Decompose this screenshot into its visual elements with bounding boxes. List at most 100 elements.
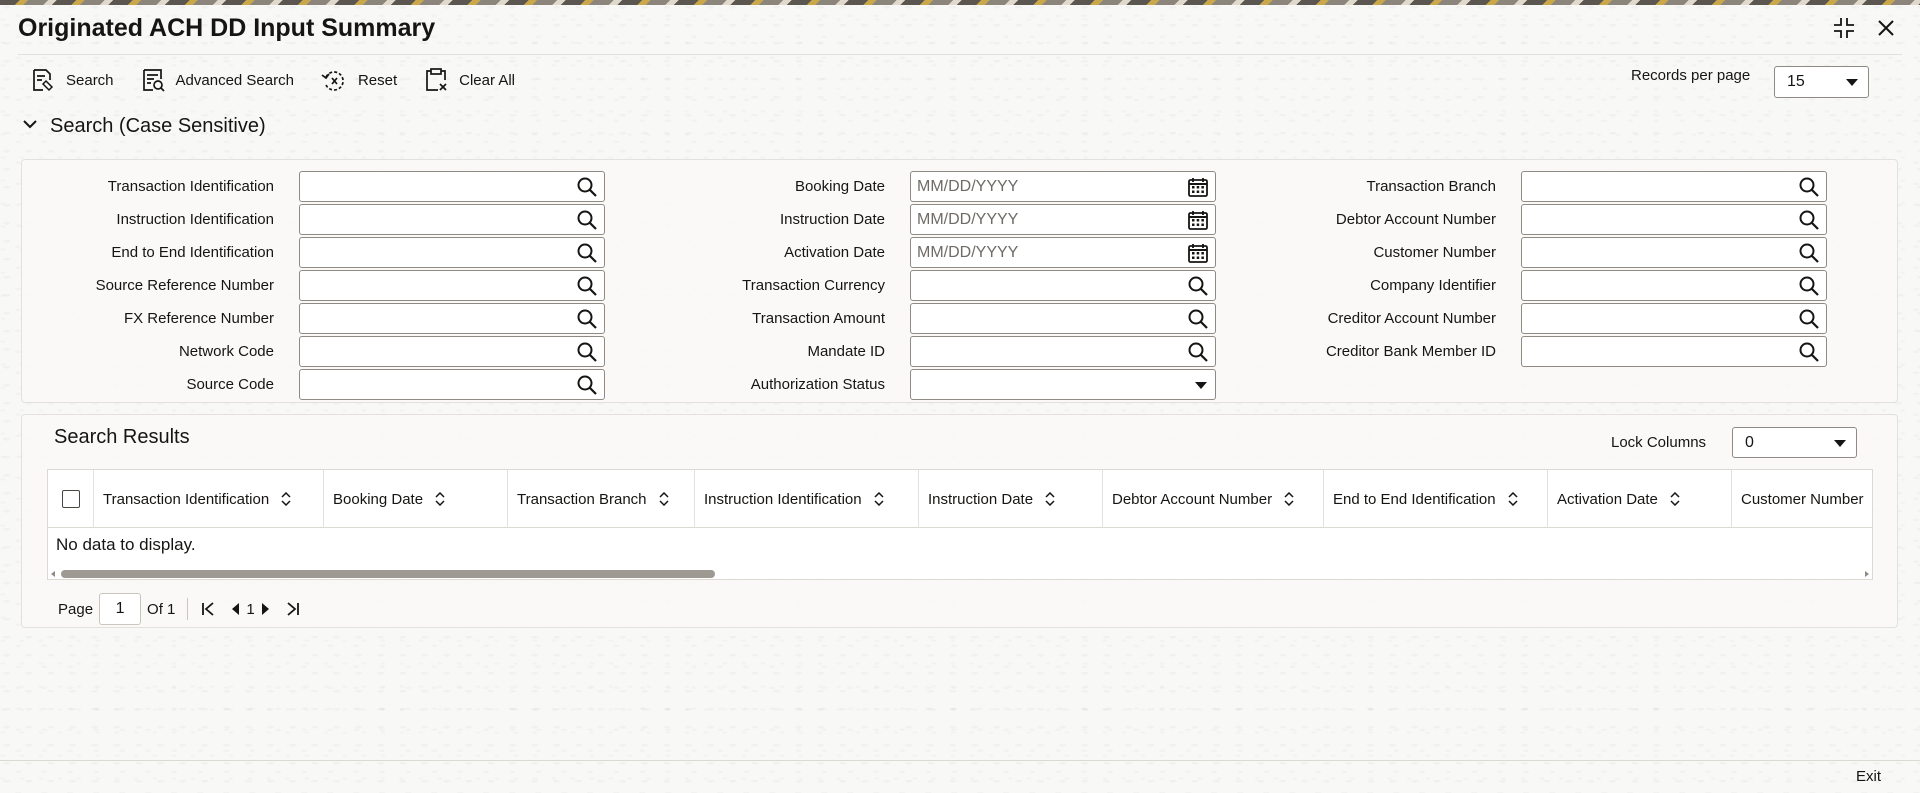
advanced-search-button-label: Advanced Search bbox=[175, 71, 294, 89]
booking-date-label: Booking Date bbox=[794, 178, 885, 195]
creditor-bank-member-id-input[interactable] bbox=[1521, 336, 1827, 367]
activation-date-placeholder: MM/DD/YYYY bbox=[917, 243, 1019, 261]
sort-icon[interactable] bbox=[1670, 491, 1680, 507]
select-all-checkbox[interactable] bbox=[61, 490, 80, 508]
chevron-down-icon bbox=[22, 115, 38, 138]
results-title: Search Results bbox=[54, 426, 190, 448]
customer-number-input[interactable] bbox=[1521, 237, 1827, 268]
next-page-icon[interactable] bbox=[261, 599, 271, 619]
search-doc-icon bbox=[30, 67, 56, 93]
sort-icon[interactable] bbox=[1045, 491, 1055, 507]
source-code-input[interactable] bbox=[299, 369, 605, 400]
search-icon[interactable] bbox=[1798, 209, 1820, 231]
lock-columns-select[interactable]: 0 bbox=[1732, 427, 1857, 458]
horizontal-scrollbar[interactable] bbox=[48, 568, 1872, 579]
scroll-left-icon[interactable] bbox=[51, 571, 55, 577]
transaction-branch-input[interactable] bbox=[1521, 171, 1827, 202]
column-header-label: Customer Number bbox=[1741, 490, 1864, 508]
toolbar: Search Advanced Search Reset Clear All bbox=[30, 66, 515, 94]
column-header-debtor-account-number[interactable]: Debtor Account Number bbox=[1103, 470, 1324, 528]
booking-date-input[interactable]: MM/DD/YYYY bbox=[910, 171, 1216, 202]
chevron-down-icon bbox=[1834, 439, 1846, 447]
page-number-input[interactable]: 1 bbox=[99, 593, 142, 625]
chevron-down-icon bbox=[1195, 382, 1207, 389]
column-header-instruction-date[interactable]: Instruction Date bbox=[919, 470, 1103, 528]
sort-icon[interactable] bbox=[281, 491, 291, 507]
pager-divider bbox=[187, 598, 189, 620]
column-header-label: Transaction Identification bbox=[103, 490, 270, 508]
sort-icon[interactable] bbox=[1284, 491, 1294, 507]
column-header-booking-date[interactable]: Booking Date bbox=[324, 470, 508, 528]
column-header-label: Activation Date bbox=[1557, 490, 1658, 508]
customer-number-label: Customer Number bbox=[1373, 244, 1496, 261]
transaction-amount-input[interactable] bbox=[910, 303, 1216, 334]
search-icon[interactable] bbox=[1798, 341, 1820, 363]
last-page-icon[interactable] bbox=[285, 599, 301, 619]
column-header-activation-date[interactable]: Activation Date bbox=[1548, 470, 1732, 528]
close-icon[interactable] bbox=[1874, 16, 1898, 40]
column-header-transaction-identification[interactable]: Transaction Identification bbox=[94, 470, 324, 528]
sort-icon[interactable] bbox=[435, 491, 445, 507]
column-header-label: Booking Date bbox=[333, 490, 424, 508]
authorization-status-select[interactable] bbox=[910, 369, 1216, 400]
scroll-thumb[interactable] bbox=[61, 570, 715, 578]
search-icon[interactable] bbox=[1798, 275, 1820, 297]
previous-page-icon[interactable] bbox=[230, 599, 240, 619]
pagination: Page 1 Of 1 1 bbox=[58, 593, 301, 625]
transaction-amount-label: Transaction Amount bbox=[752, 310, 885, 327]
search-section-title: Search (Case Sensitive) bbox=[50, 115, 266, 137]
transaction-identification-input[interactable] bbox=[299, 171, 605, 202]
exit-button[interactable]: Exit bbox=[1856, 768, 1881, 785]
column-header-end-to-end-identification[interactable]: End to End Identification bbox=[1324, 470, 1548, 528]
column-header-customer-number[interactable]: Customer Number bbox=[1732, 470, 1872, 528]
scroll-right-icon[interactable] bbox=[1865, 571, 1869, 577]
network-code-input[interactable] bbox=[299, 336, 605, 367]
records-per-page-select[interactable]: 15 bbox=[1774, 66, 1869, 98]
column-header-instruction-identification[interactable]: Instruction Identification bbox=[695, 470, 919, 528]
debtor-account-number-input[interactable] bbox=[1521, 204, 1827, 235]
clear-all-button[interactable]: Clear All bbox=[423, 66, 515, 94]
instruction-date-placeholder: MM/DD/YYYY bbox=[917, 210, 1019, 228]
search-button-label: Search bbox=[66, 71, 114, 89]
column-header-transaction-branch[interactable]: Transaction Branch bbox=[508, 470, 695, 528]
source-code-label: Source Code bbox=[186, 376, 274, 393]
instruction-date-input[interactable]: MM/DD/YYYY bbox=[910, 204, 1216, 235]
advanced-search-icon bbox=[140, 67, 166, 93]
page-number-value: 1 bbox=[115, 600, 125, 617]
current-page-indicator: 1 bbox=[246, 600, 255, 618]
company-identifier-input[interactable] bbox=[1521, 270, 1827, 301]
fx-reference-number-label: FX Reference Number bbox=[123, 310, 274, 327]
search-icon[interactable] bbox=[1798, 242, 1820, 264]
transaction-identification-label: Transaction Identification bbox=[107, 178, 274, 195]
booking-date-placeholder: MM/DD/YYYY bbox=[917, 177, 1019, 195]
sort-icon[interactable] bbox=[874, 491, 884, 507]
column-header-label: Instruction Identification bbox=[704, 490, 862, 508]
page-label: Page bbox=[58, 600, 94, 618]
activation-date-input[interactable]: MM/DD/YYYY bbox=[910, 237, 1216, 268]
advanced-search-button[interactable]: Advanced Search bbox=[140, 66, 294, 94]
sort-icon[interactable] bbox=[658, 491, 669, 507]
source-reference-number-label: Source Reference Number bbox=[95, 277, 274, 294]
company-identifier-label: Company Identifier bbox=[1370, 277, 1496, 294]
lock-columns-value: 0 bbox=[1745, 433, 1754, 451]
debtor-account-number-label: Debtor Account Number bbox=[1335, 211, 1496, 228]
sort-icon[interactable] bbox=[1508, 491, 1518, 507]
source-reference-number-input[interactable] bbox=[299, 270, 605, 301]
lock-columns-label: Lock Columns bbox=[1611, 434, 1707, 451]
search-icon[interactable] bbox=[1798, 176, 1820, 198]
transaction-currency-input[interactable] bbox=[910, 270, 1216, 301]
search-section-toggle[interactable]: Search (Case Sensitive) bbox=[22, 115, 266, 138]
reset-button[interactable]: Reset bbox=[320, 66, 397, 94]
first-page-icon[interactable] bbox=[200, 599, 216, 619]
network-code-label: Network Code bbox=[178, 343, 274, 360]
end-to-end-identification-input[interactable] bbox=[299, 237, 605, 268]
fx-reference-number-input[interactable] bbox=[299, 303, 605, 334]
mandate-id-input[interactable] bbox=[910, 336, 1216, 367]
collapse-icon[interactable] bbox=[1832, 16, 1856, 40]
search-icon[interactable] bbox=[1798, 308, 1820, 330]
search-button[interactable]: Search bbox=[30, 66, 114, 94]
clear-all-button-label: Clear All bbox=[459, 71, 515, 89]
creditor-account-number-input[interactable] bbox=[1521, 303, 1827, 334]
instruction-identification-input[interactable] bbox=[299, 204, 605, 235]
transaction-currency-label: Transaction Currency bbox=[742, 277, 885, 294]
